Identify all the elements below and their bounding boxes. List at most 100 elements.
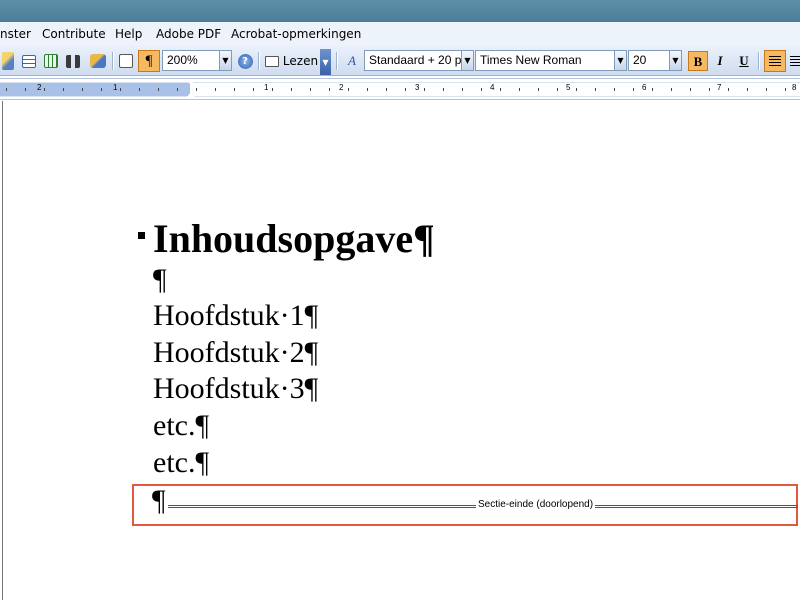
ruler-tick bbox=[443, 88, 444, 91]
ruler-tick bbox=[671, 88, 672, 91]
ruler-tick bbox=[424, 88, 425, 91]
italic-button[interactable]: I bbox=[710, 51, 730, 71]
ruler-tick bbox=[728, 88, 729, 91]
ruler-number: 4 bbox=[490, 83, 495, 92]
section-break-paragraph-mark[interactable]: ¶ bbox=[152, 484, 166, 518]
columns-button[interactable] bbox=[63, 51, 83, 71]
ruler-tick bbox=[348, 88, 349, 91]
style-dropdown-arrow[interactable]: ▼ bbox=[461, 50, 474, 71]
menu-help[interactable]: Help bbox=[115, 27, 142, 41]
ruler-tick bbox=[120, 88, 121, 91]
document-line[interactable]: Hoofdstuk·3¶ bbox=[153, 372, 318, 406]
ruler-number: 5 bbox=[566, 83, 571, 92]
paragraph-mark: ¶ bbox=[304, 336, 319, 369]
ruler-tick bbox=[291, 88, 292, 91]
insert-table-button[interactable] bbox=[19, 51, 39, 71]
line-text: Hoofdstuk·1 bbox=[153, 299, 305, 332]
document-line[interactable]: Hoofdstuk·2¶ bbox=[153, 336, 318, 370]
show-hide-formatting-button[interactable]: ¶ bbox=[138, 50, 160, 72]
ruler-tick bbox=[101, 88, 102, 91]
align-center-button[interactable] bbox=[788, 51, 800, 71]
menu-contribute[interactable]: Contribute bbox=[42, 27, 106, 41]
help-icon: ? bbox=[237, 53, 253, 69]
spreadsheet-icon bbox=[44, 54, 58, 68]
ruler-tick bbox=[63, 88, 64, 91]
ruler-number: 1 bbox=[264, 83, 269, 92]
heading-text: Inhoudsopgave bbox=[153, 216, 414, 261]
line-text: Hoofdstuk·3 bbox=[153, 372, 305, 405]
paragraph-mark: ¶ bbox=[304, 299, 319, 332]
ruler-tick bbox=[44, 88, 45, 91]
ruler-tick bbox=[6, 88, 7, 91]
ruler-tick bbox=[652, 88, 653, 91]
document-map-icon bbox=[119, 54, 133, 68]
ruler-tick bbox=[215, 88, 216, 91]
ruler-tick bbox=[329, 88, 330, 91]
ruler-number: 2 bbox=[339, 83, 344, 92]
draw-button[interactable] bbox=[0, 51, 16, 71]
toolbar-overflow-button[interactable]: ▼ bbox=[320, 49, 331, 75]
ruler-tick bbox=[747, 88, 748, 91]
line-text: etc. bbox=[153, 446, 196, 479]
font-size-dropdown-arrow[interactable]: ▼ bbox=[669, 50, 682, 71]
menu-acrobat-opmerkingen[interactable]: Acrobat-opmerkingen bbox=[231, 27, 361, 41]
drawing-button[interactable] bbox=[87, 51, 109, 71]
menu-bar: nster Contribute Help Adobe PDF Acrobat-… bbox=[0, 22, 800, 46]
font-combobox[interactable]: Times New Roman bbox=[475, 50, 615, 71]
font-dropdown-arrow[interactable]: ▼ bbox=[614, 50, 627, 71]
horizontal-ruler[interactable]: 2 1 1 2 3 4 5 6 7 8 bbox=[0, 78, 800, 100]
columns-icon bbox=[66, 54, 80, 68]
ruler-number: 1 bbox=[113, 83, 118, 92]
ruler-tick bbox=[481, 88, 482, 91]
zoom-dropdown-arrow[interactable]: ▼ bbox=[219, 50, 232, 71]
toc-heading[interactable]: Inhoudsopgave¶ bbox=[153, 215, 435, 262]
menu-adobe-pdf[interactable]: Adobe PDF bbox=[156, 27, 221, 41]
book-icon bbox=[264, 55, 279, 67]
ruler-tick bbox=[709, 88, 710, 91]
document-line[interactable]: ¶ bbox=[153, 263, 167, 297]
ruler-number: 7 bbox=[717, 83, 722, 92]
ruler-tick bbox=[405, 88, 406, 91]
read-button[interactable]: Lezen bbox=[264, 51, 319, 71]
document-line[interactable]: etc.¶ bbox=[153, 446, 209, 480]
ruler-tick bbox=[158, 88, 159, 91]
underline-button[interactable]: U bbox=[734, 51, 754, 71]
line-text: etc. bbox=[153, 409, 196, 442]
ruler-tick bbox=[785, 88, 786, 91]
ruler-tick bbox=[177, 88, 178, 91]
hanging-indent-marker[interactable] bbox=[186, 92, 196, 98]
align-center-icon bbox=[790, 56, 800, 66]
ruler-tick bbox=[614, 88, 615, 91]
menu-venster[interactable]: nster bbox=[0, 27, 31, 41]
ruler-tick bbox=[595, 88, 596, 91]
ruler-tick bbox=[139, 88, 140, 91]
document-line[interactable]: Hoofdstuk·1¶ bbox=[153, 299, 318, 333]
document-page[interactable]: Inhoudsopgave¶ ¶ Hoofdstuk·1¶ Hoofdstuk·… bbox=[0, 101, 800, 600]
ruler-tick bbox=[576, 88, 577, 91]
font-size-combobox[interactable]: 20 bbox=[628, 50, 670, 71]
align-left-icon bbox=[769, 56, 781, 66]
styles-formatting-button[interactable]: A bbox=[342, 51, 362, 71]
ruler-tick bbox=[196, 88, 197, 91]
indent-marker[interactable] bbox=[186, 79, 196, 85]
document-map-button[interactable] bbox=[116, 51, 136, 71]
ruler-tick bbox=[633, 88, 634, 91]
ruler-number: 2 bbox=[37, 83, 42, 92]
bold-button[interactable]: B bbox=[688, 51, 708, 71]
help-button[interactable]: ? bbox=[235, 51, 255, 71]
zoom-combobox[interactable]: 200% bbox=[162, 50, 220, 71]
ruler-tick bbox=[272, 88, 273, 91]
ruler-number: 8 bbox=[792, 83, 797, 92]
ruler-number: 6 bbox=[642, 83, 647, 92]
align-left-button[interactable] bbox=[764, 50, 786, 72]
ruler-tick bbox=[766, 88, 767, 91]
insert-excel-button[interactable] bbox=[41, 51, 61, 71]
styles-icon: A bbox=[348, 53, 356, 68]
table-icon bbox=[22, 54, 36, 68]
line-text: Hoofdstuk·2 bbox=[153, 336, 305, 369]
ruler-tick bbox=[367, 88, 368, 91]
style-combobox[interactable]: Standaard + 20 pt bbox=[364, 50, 462, 71]
document-line[interactable]: etc.¶ bbox=[153, 409, 209, 443]
pilcrow-icon: ¶ bbox=[145, 52, 153, 69]
toolbar-separator bbox=[112, 52, 114, 70]
